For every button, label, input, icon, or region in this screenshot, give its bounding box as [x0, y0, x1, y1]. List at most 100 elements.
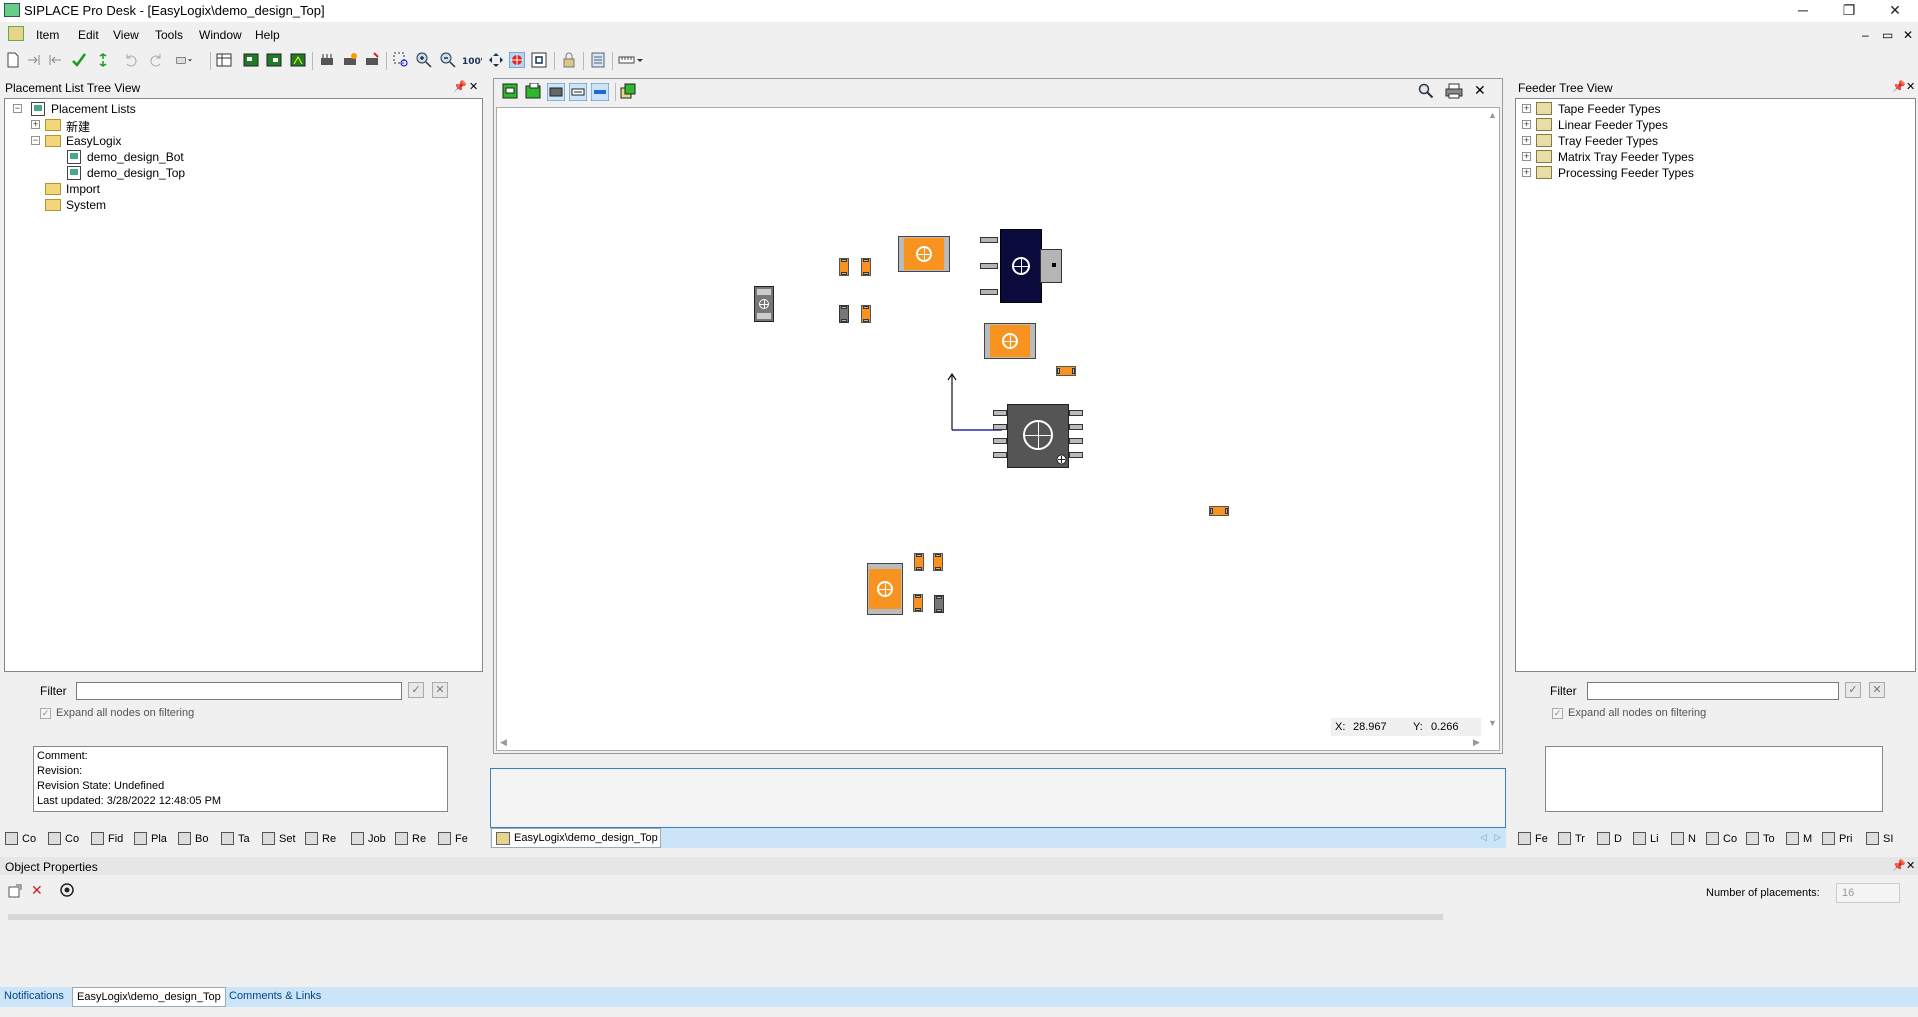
close-button[interactable]: ✕ — [1872, 0, 1918, 22]
expand-icon[interactable]: + — [1522, 136, 1531, 145]
component-sot-gray[interactable] — [754, 286, 774, 322]
zoom-100-icon[interactable]: 100% — [462, 52, 482, 68]
filter-input[interactable] — [76, 682, 402, 700]
tab-scroll-left-icon[interactable]: ◁ — [1480, 832, 1487, 843]
pcb-green-icon-3[interactable] — [290, 52, 306, 68]
expand-all-checkbox[interactable]: ✓ — [40, 708, 51, 719]
board-view-icon[interactable] — [216, 52, 232, 68]
apply-filter-button[interactable]: ✓ — [1845, 682, 1861, 698]
delete-icon[interactable]: ✕ — [31, 882, 43, 899]
ruler-dropdown-icon[interactable] — [618, 52, 644, 68]
tab-re-1[interactable]: Re — [302, 830, 342, 848]
zoom-out-icon[interactable] — [440, 52, 456, 68]
undo-icon[interactable] — [123, 52, 139, 68]
component-passive-gray[interactable] — [934, 595, 944, 613]
expand-icon[interactable]: + — [31, 120, 40, 129]
tab-job[interactable]: Job — [348, 830, 392, 848]
check-icon[interactable] — [71, 52, 87, 68]
component-passive[interactable] — [913, 594, 923, 612]
clear-filter-button[interactable]: ✕ — [432, 682, 448, 698]
scroll-left-icon[interactable]: ◀ — [500, 737, 507, 748]
pcb-green-icon-2[interactable] — [266, 52, 282, 68]
menu-window[interactable]: Window — [199, 28, 242, 42]
properties-gear-icon[interactable] — [59, 882, 75, 898]
collapse-icon[interactable]: − — [13, 104, 22, 113]
panel-close-icon[interactable]: ✕ — [469, 80, 478, 93]
expand-all-checkbox[interactable]: ✓ — [1552, 708, 1563, 719]
tree-item[interactable]: System — [45, 197, 245, 213]
component-passive[interactable] — [914, 553, 924, 571]
component-passive[interactable] — [839, 258, 849, 276]
board-canvas[interactable]: ▲ ▼ ◀ ▶ X: 28.967 Y: 0.266 — [496, 107, 1500, 751]
zoom-window-icon[interactable] — [393, 52, 409, 68]
document-tab-active[interactable]: EasyLogix\demo_design_Top — [491, 828, 661, 848]
tree-item[interactable]: − EasyLogix — [31, 133, 231, 149]
fiducial-active-icon[interactable] — [509, 52, 525, 68]
scroll-down-icon[interactable]: ▼ — [1488, 718, 1497, 728]
tree-item[interactable]: + Processing Feeder Types — [1522, 165, 1822, 181]
tab-pri[interactable]: Pri — [1819, 830, 1861, 848]
tab-co-1[interactable]: Co — [2, 830, 42, 848]
show-components-icon[interactable] — [547, 83, 565, 101]
tree-item[interactable]: demo_design_Top — [67, 165, 267, 181]
tab-li[interactable]: Li — [1630, 830, 1666, 848]
tree-item[interactable]: demo_design_Bot — [67, 149, 267, 165]
scroll-right-icon[interactable]: ▶ — [1473, 737, 1480, 748]
tab-m[interactable]: M — [1783, 830, 1819, 848]
component-tantalum[interactable] — [867, 563, 903, 615]
board-close-icon[interactable]: ✕ — [1474, 82, 1486, 99]
component-passive[interactable] — [861, 258, 871, 276]
tree-item[interactable]: Import — [45, 181, 245, 197]
tree-item[interactable]: + Matrix Tray Feeder Types — [1522, 149, 1822, 165]
panel-close-icon[interactable]: ✕ — [1906, 80, 1915, 93]
menu-help[interactable]: Help — [255, 28, 280, 42]
vertical-scrollbar[interactable]: ▲ ▼ — [1485, 108, 1499, 750]
bottom-layer-icon[interactable] — [525, 83, 541, 99]
component-passive-gray[interactable] — [839, 305, 849, 323]
tree-item[interactable]: + Tape Feeder Types — [1522, 101, 1822, 117]
minimize-button[interactable]: ─ — [1780, 0, 1826, 22]
component-tantalum[interactable] — [984, 323, 1036, 359]
step-forward-icon[interactable] — [26, 52, 42, 68]
component-passive[interactable] — [933, 553, 943, 571]
lock-icon[interactable] — [561, 52, 577, 68]
pin-icon[interactable]: 📌 — [1892, 80, 1906, 93]
tab-comments-links[interactable]: Comments & Links — [225, 987, 325, 1007]
feeder-filter-input[interactable] — [1587, 682, 1839, 700]
restore-button[interactable]: ❐ — [1826, 0, 1872, 22]
menu-tools[interactable]: Tools — [155, 28, 183, 42]
search-icon[interactable] — [1418, 83, 1434, 99]
top-layer-icon[interactable] — [502, 83, 518, 99]
tab-re-2[interactable]: Re — [392, 830, 432, 848]
scroll-up-icon[interactable]: ▲ — [1488, 110, 1497, 120]
component-icon-1[interactable] — [319, 52, 335, 68]
pcb-green-icon-1[interactable] — [243, 52, 259, 68]
zoom-in-icon[interactable] — [416, 52, 432, 68]
expand-icon[interactable]: + — [1522, 120, 1531, 129]
menu-item[interactable]: Item — [36, 28, 59, 42]
pan-icon[interactable] — [488, 52, 504, 68]
property-scrollbar[interactable] — [8, 914, 1443, 920]
show-pads-icon[interactable] — [591, 83, 609, 101]
layer-stack-icon[interactable] — [620, 83, 636, 99]
pin-icon[interactable]: 📌 — [453, 80, 467, 93]
tab-co[interactable]: Co — [1703, 830, 1741, 848]
pin-icon[interactable]: 📌 — [1892, 859, 1906, 872]
tab-to[interactable]: To — [1743, 830, 1781, 848]
mdi-minimize-button[interactable]: – — [1862, 28, 1869, 42]
apply-filter-button[interactable]: ✓ — [408, 682, 424, 698]
refresh-icon[interactable] — [95, 52, 111, 68]
collapse-icon[interactable]: − — [31, 136, 40, 145]
center-view-icon[interactable] — [531, 52, 547, 68]
expand-icon[interactable]: + — [1522, 104, 1531, 113]
component-soic-ic[interactable] — [993, 404, 1085, 468]
tree-item[interactable]: + Linear Feeder Types — [1522, 117, 1822, 133]
tab-fid[interactable]: Fid — [88, 830, 130, 848]
expand-icon[interactable]: + — [1522, 168, 1531, 177]
mdi-doc-icon[interactable] — [8, 26, 24, 41]
tree-item[interactable]: + Tray Feeder Types — [1522, 133, 1822, 149]
menu-view[interactable]: View — [113, 28, 139, 42]
tab-pla[interactable]: Pla — [131, 830, 173, 848]
step-back-icon[interactable] — [47, 52, 63, 68]
tab-fe[interactable]: Fe — [1515, 830, 1555, 848]
